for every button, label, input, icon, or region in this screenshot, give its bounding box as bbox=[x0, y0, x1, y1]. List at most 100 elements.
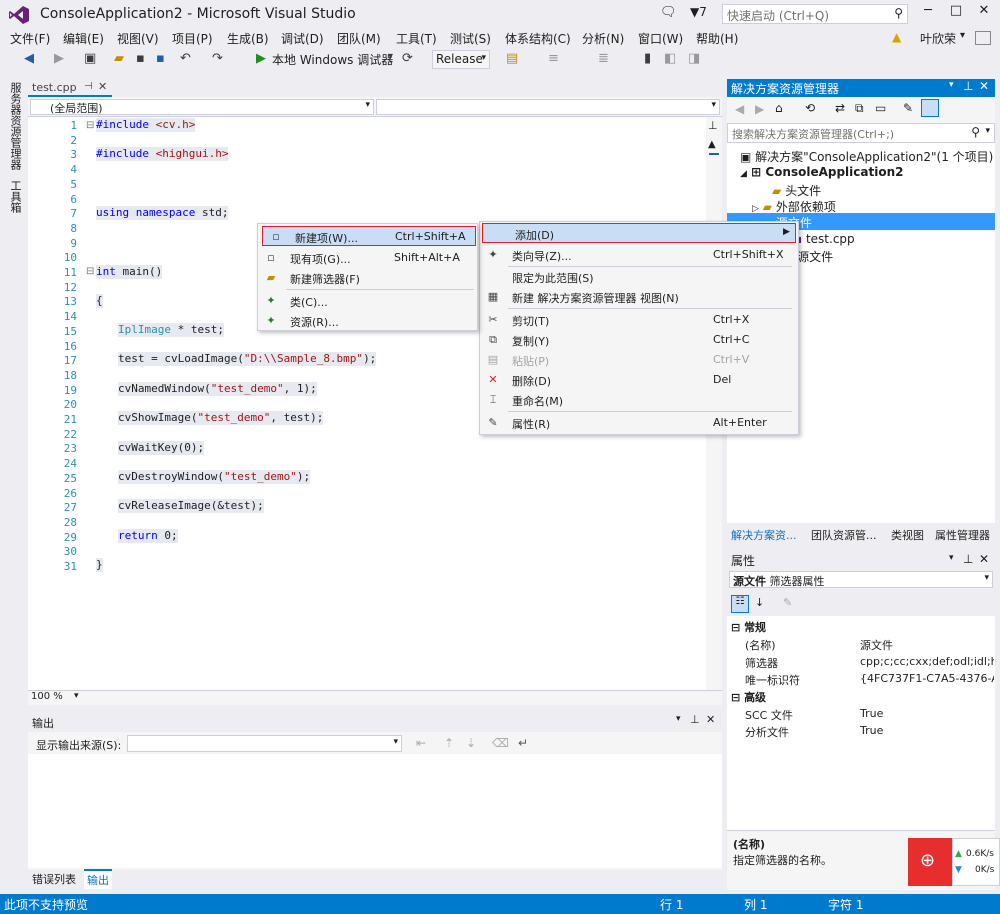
notification-filter[interactable]: ▼7 bbox=[690, 5, 707, 19]
menu-tools[interactable]: 工具(T) bbox=[396, 30, 437, 47]
menu-edit[interactable]: 编辑(E) bbox=[63, 30, 104, 47]
menu-debug[interactable]: 调试(D) bbox=[281, 30, 324, 47]
avatar[interactable] bbox=[975, 31, 991, 45]
close-icon[interactable]: ✕ bbox=[979, 79, 989, 93]
menu-analyze[interactable]: 分析(N) bbox=[582, 30, 624, 47]
collapse-all-icon[interactable]: ⧉ bbox=[855, 101, 864, 116]
tree-item-file[interactable]: ▪ test.cpp bbox=[794, 232, 855, 246]
tree-item-headers[interactable]: ▰ 头文件 bbox=[772, 182, 821, 199]
notification-badge[interactable]: ⊕ bbox=[908, 838, 952, 886]
find-in-files-icon[interactable]: ▤ bbox=[506, 51, 518, 66]
category-general[interactable]: ⊟ 常规 bbox=[731, 619, 766, 635]
menu-item-scope[interactable]: 限定为此范围(S) bbox=[480, 267, 798, 287]
menu-item-existing-item[interactable]: ▫ 现有项(G)... Shift+Alt+A bbox=[258, 248, 478, 268]
chevron-down-icon[interactable]: ▾ bbox=[949, 80, 954, 90]
menu-item-properties[interactable]: ✎ 属性(R) Alt+Enter bbox=[480, 413, 798, 433]
menu-project[interactable]: 项目(P) bbox=[172, 30, 213, 47]
tab-class-view[interactable]: 类视图 bbox=[891, 527, 924, 543]
tab-output[interactable]: 输出 bbox=[84, 869, 112, 889]
menu-item-resource[interactable]: ✦ 资源(R)... bbox=[258, 311, 478, 331]
close-icon[interactable]: ✕ bbox=[706, 713, 715, 726]
solution-search-input[interactable]: 搜索解决方案资源管理器(Ctrl+;) ⚲ ▾ bbox=[727, 123, 995, 143]
menu-view[interactable]: 视图(V) bbox=[117, 30, 159, 47]
chevron-down-icon[interactable]: ▾ bbox=[676, 714, 681, 724]
properties-object-select[interactable]: 源文件 筛选器属性 ▾ bbox=[729, 571, 993, 588]
property-value[interactable]: 源文件 bbox=[860, 637, 893, 653]
menu-item-copy[interactable]: ⧉ 复制(Y) Ctrl+C bbox=[480, 330, 798, 350]
menu-window[interactable]: 窗口(W) bbox=[638, 30, 683, 47]
collapse-main-icon[interactable]: ⊟ bbox=[86, 266, 94, 277]
property-pages-icon[interactable]: ✎ bbox=[783, 596, 792, 609]
user-name[interactable]: 叶欣荣 bbox=[920, 30, 956, 47]
find-message-icon[interactable]: ⇤ bbox=[416, 736, 426, 750]
bookmark-icon[interactable]: ▮ bbox=[644, 51, 651, 66]
menu-item-new-filter[interactable]: ▰ 新建筛选器(F) bbox=[258, 268, 478, 288]
tab-test-cpp[interactable]: test.cpp ⊣ ✕ bbox=[28, 79, 112, 97]
menu-team[interactable]: 团队(M) bbox=[337, 30, 381, 47]
tree-item-solution[interactable]: ▣ 解决方案"ConsoleApplication2"(1 个项目) bbox=[740, 148, 993, 165]
menu-file[interactable]: 文件(F) bbox=[10, 30, 50, 47]
output-source-select[interactable]: ▾ bbox=[127, 735, 402, 752]
start-debug-button[interactable]: 本地 Windows 调试器 bbox=[272, 51, 393, 68]
categorized-icon[interactable]: ☷ bbox=[731, 595, 749, 613]
refresh-icon[interactable]: ⇄ bbox=[835, 101, 845, 115]
show-all-files-icon[interactable]: ▭ bbox=[875, 101, 886, 115]
member-dropdown[interactable]: ▾ bbox=[376, 99, 720, 115]
word-wrap-icon[interactable]: ↵ bbox=[518, 736, 528, 750]
sync-icon[interactable]: ⟲ bbox=[805, 101, 815, 115]
tree-item-external[interactable]: ▷ ▰ 外部依赖项 bbox=[752, 198, 836, 215]
zoom-level[interactable]: 100 % bbox=[31, 691, 63, 702]
toolbox-tab[interactable]: 工具箱 bbox=[7, 180, 23, 213]
property-value[interactable]: cpp;c;cc;cxx;def;odl;idl;hpj bbox=[860, 655, 994, 668]
pin-icon[interactable]: ⊥ bbox=[963, 79, 973, 93]
preview-icon[interactable] bbox=[921, 99, 939, 117]
close-icon[interactable]: ✕ bbox=[979, 552, 989, 566]
comment-icon[interactable]: ≡ bbox=[548, 51, 559, 66]
pin-icon[interactable]: ⊥ bbox=[963, 552, 973, 566]
warning-icon[interactable]: ▲ bbox=[892, 30, 901, 44]
prev-message-icon[interactable]: ⇡ bbox=[444, 736, 454, 750]
start-debug-icon[interactable]: ▶ bbox=[256, 51, 266, 66]
tab-property-manager[interactable]: 属性管理器 bbox=[935, 527, 990, 543]
menu-architecture[interactable]: 体系结构(C) bbox=[505, 30, 571, 47]
property-value[interactable]: True bbox=[860, 707, 883, 720]
chevron-down-icon[interactable]: ▾ bbox=[949, 553, 954, 563]
bookmark-next-icon[interactable]: ◨ bbox=[688, 51, 700, 66]
indent-icon[interactable]: ≣ bbox=[598, 51, 609, 66]
redo-icon[interactable]: ↷ bbox=[212, 51, 223, 66]
properties-icon[interactable]: ✎ bbox=[903, 101, 913, 115]
pin-icon[interactable]: ⊣ bbox=[84, 81, 93, 92]
chevron-down-icon[interactable]: ▾ bbox=[74, 691, 79, 701]
next-message-icon[interactable]: ⇣ bbox=[466, 736, 476, 750]
user-dropdown-icon[interactable]: ▾ bbox=[960, 30, 965, 41]
menu-item-cut[interactable]: ✂ 剪切(T) Ctrl+X bbox=[480, 310, 798, 330]
menu-item-add[interactable]: 添加(D) ▶ bbox=[482, 223, 796, 243]
category-advanced[interactable]: ⊟ 高级 bbox=[731, 689, 766, 705]
save-icon[interactable]: ▪ bbox=[136, 51, 145, 66]
server-explorer-tab[interactable]: 服务器资源管理器 bbox=[7, 82, 23, 170]
menu-item-delete[interactable]: ✕ 删除(D) Del bbox=[480, 370, 798, 390]
split-icon[interactable]: ⊥ bbox=[708, 119, 718, 132]
tab-solution-explorer[interactable]: 解决方案资... bbox=[731, 527, 797, 543]
quick-launch-input[interactable]: 快速启动 (Ctrl+Q) ⚲ bbox=[722, 4, 908, 24]
forward-icon[interactable]: ▶ bbox=[54, 51, 64, 66]
bookmark-prev-icon[interactable]: ◧ bbox=[664, 51, 676, 66]
configuration-select[interactable]: Release ▾ bbox=[432, 50, 490, 69]
menu-item-new-item[interactable]: ▫ 新建项(W)... Ctrl+Shift+A bbox=[262, 226, 476, 246]
pin-icon[interactable]: ⊥ bbox=[690, 713, 700, 726]
new-project-icon[interactable]: ▣ bbox=[84, 51, 96, 66]
collapse-include-icon[interactable]: ⊟ bbox=[86, 120, 94, 131]
menu-item-class[interactable]: ✦ 类(C)... bbox=[258, 291, 478, 311]
menu-item-rename[interactable]: ⌶ 重命名(M) bbox=[480, 390, 798, 410]
maximize-button[interactable]: □ bbox=[944, 3, 968, 23]
open-file-icon[interactable]: ▰ bbox=[114, 51, 124, 66]
clear-all-icon[interactable]: ⌫ bbox=[492, 736, 509, 750]
refresh-icon[interactable]: ⟳ bbox=[402, 51, 413, 66]
tree-item-project[interactable]: ◢ ⊞ ConsoleApplication2 bbox=[740, 165, 903, 179]
property-value[interactable]: {4FC737F1-C7A5-4376-A0 bbox=[860, 672, 994, 685]
feedback-icon[interactable]: 🗨 bbox=[660, 5, 677, 20]
scope-dropdown[interactable]: (全局范围) ▾ bbox=[30, 99, 374, 115]
debugger-dropdown-icon[interactable]: ▾ bbox=[388, 51, 393, 62]
menu-test[interactable]: 测试(S) bbox=[450, 30, 491, 47]
property-value[interactable]: True bbox=[860, 724, 883, 737]
